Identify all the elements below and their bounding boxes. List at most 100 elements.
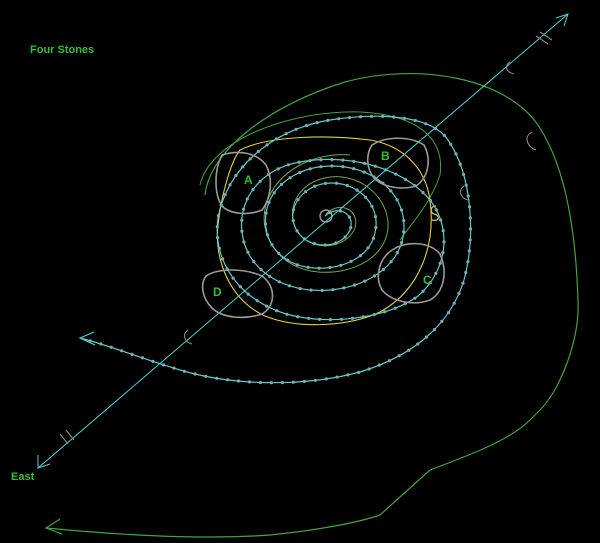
spiral-dot [285,312,289,316]
spiral-dot [234,174,238,178]
spiral-dot [381,114,385,118]
spiral-dot [151,359,155,363]
spiral-dot [320,288,324,292]
spiral-dot [256,149,260,154]
spiral-dot [231,276,235,280]
spiral-dot [372,274,377,278]
spiral-dot [352,283,357,287]
stone-c-label: C [423,273,432,287]
spiral-dot [296,198,300,202]
spiral-dot [352,167,356,171]
spiral-dot [331,288,335,292]
spiral-dot [362,170,366,174]
spiral-dot [303,190,308,194]
spiral-dot [346,373,350,377]
spiral-dot [88,339,92,343]
spiral-dot [349,226,353,230]
spiral-dot [264,211,268,215]
spiral-dot [348,116,352,120]
spiral-dot [204,374,208,378]
spiral-dot [467,249,471,253]
spiral-dot [161,363,165,367]
spiral-dot [389,260,393,264]
spiral-dot [294,127,298,131]
spiral-dot [402,219,406,223]
spiral-dot [258,179,262,183]
spiral-dot [389,189,393,193]
inner-green-spiral [263,154,389,273]
spiral-dot [276,167,280,171]
spiral-dot [413,296,417,300]
spiral-dot [328,318,333,322]
spiral-dot [343,235,347,239]
cyan-spiral [79,115,472,384]
spiral-dot [172,366,176,370]
spiral-dot [215,225,219,229]
spiral-dot [240,218,244,222]
spiral-dot-marks [88,114,473,385]
spiral-dot [359,115,363,119]
spiral-dot [341,165,345,169]
spiral-dot [442,133,446,137]
spiral-dot [317,317,322,321]
spiral-dot [182,369,186,373]
spiral-dot [265,304,269,308]
spiral-dot [241,165,245,169]
spiral-dot [377,363,381,367]
spiral-dot [263,222,268,226]
spiral-dot [374,225,378,230]
spiral-dot [399,208,404,212]
spiral-dot [394,172,398,176]
spiral-dot [216,236,220,240]
stone-d-label: D [213,285,222,299]
spiral-dot [268,274,272,278]
spiral-dot [242,207,246,211]
spiral-dot [407,348,411,352]
spiral-dot [323,181,328,185]
spiral-dot [395,251,399,255]
spiral-dot [298,287,302,291]
spiral-dot [291,208,296,212]
spiral-dot [228,183,232,187]
spiral-dot [304,124,309,128]
spiral-dot [330,164,334,168]
spiral-dot [347,215,351,219]
stone-b [366,137,429,189]
spiral-dot [339,263,343,267]
spiral-dot [258,380,262,385]
spiral-dot [334,241,338,245]
spiral-dot [319,158,323,162]
spiral-dot [313,378,317,382]
spiral-dot [449,142,453,146]
spiral-dot [403,177,407,181]
spiral-dot [326,118,330,122]
spiral-dot [464,270,468,275]
stone-b-label: B [381,149,390,163]
spiral-dot [432,328,436,332]
spiral-dot [334,181,339,185]
spiral-dot [140,356,145,360]
spiral-dot [355,188,359,192]
spiral-dot [275,309,279,313]
spiral-dot [468,205,472,209]
spiral-dot [395,198,399,202]
spiral-dot [295,263,299,267]
spiral-dot [452,301,456,305]
spiral-dot [361,315,365,319]
spiral-dot [330,158,334,162]
spiral-dot [345,183,349,188]
spiral-dot [277,251,281,255]
spiral-dot [312,242,316,246]
spiral-dot [246,250,250,254]
spiral-dot [402,116,407,120]
spiral-dot [295,229,299,233]
spiral-dot [357,370,361,374]
spiral-dot [302,379,306,383]
spiral-dot [352,159,356,163]
spiral-dot [109,345,113,349]
spiral-dot [393,306,397,310]
spiral-dot [193,372,197,376]
spiral-dot [308,167,312,171]
spiral-dot [397,354,401,358]
east-label: East [11,471,35,483]
